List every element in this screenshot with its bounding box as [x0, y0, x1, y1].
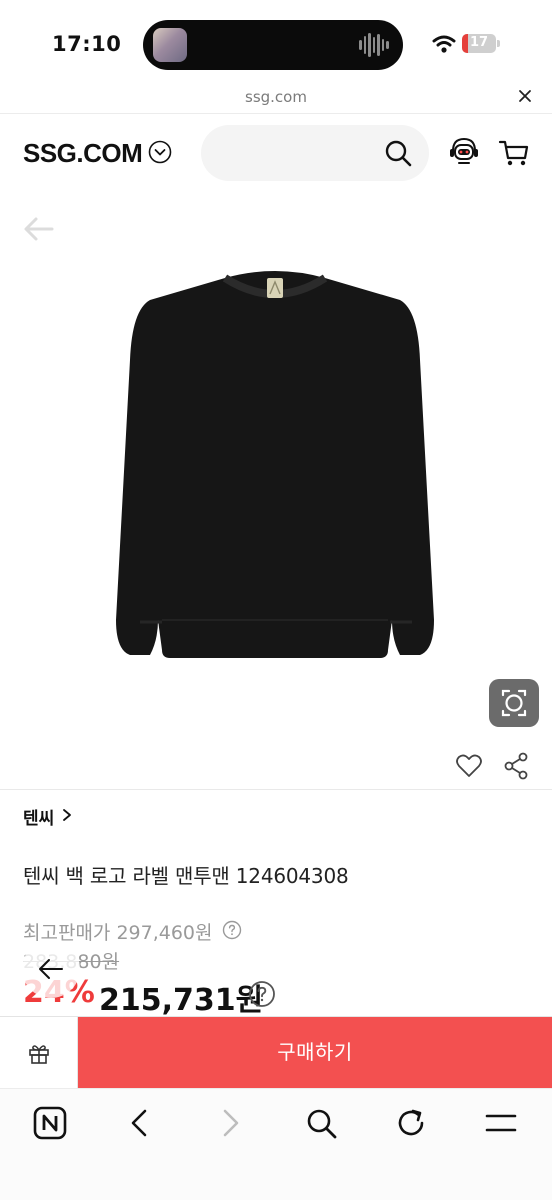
share-icon[interactable] [503, 752, 529, 780]
menu-icon[interactable] [483, 1105, 519, 1141]
forward-icon[interactable] [212, 1105, 248, 1141]
product-image[interactable] [100, 250, 450, 670]
sale-price: 215,731원 [99, 983, 264, 1018]
camera-lens-icon [501, 689, 527, 717]
naver-n-icon[interactable] [32, 1105, 68, 1141]
chevron-down-icon[interactable] [148, 140, 172, 164]
status-bar: 17:10 17 [0, 0, 552, 88]
browser-toolbar [0, 1088, 552, 1200]
section-divider [0, 789, 552, 790]
url-bar: ssg.com [0, 84, 552, 114]
wifi-icon [432, 35, 456, 53]
back-icon[interactable] [122, 1105, 158, 1141]
image-search-button[interactable] [489, 679, 539, 727]
help-icon[interactable] [248, 980, 276, 1008]
now-playing-thumbnail [153, 28, 187, 62]
status-time: 17:10 [52, 32, 122, 56]
back-arrow-icon [39, 959, 63, 979]
chevron-right-icon[interactable] [62, 808, 72, 822]
site-header: SSG.COM [0, 114, 552, 192]
buy-button[interactable]: 구매하기 [78, 1017, 552, 1088]
battery-indicator: 17 [462, 34, 496, 53]
brand-link[interactable]: 텐씨 [23, 804, 54, 829]
gift-button[interactable] [0, 1017, 78, 1088]
gift-icon [29, 1045, 49, 1064]
chatbot-icon[interactable] [447, 135, 481, 169]
refresh-icon[interactable] [393, 1105, 429, 1141]
battery-tip [497, 40, 500, 47]
heart-icon[interactable] [455, 752, 483, 780]
ssg-logo[interactable]: SSG.COM [23, 138, 143, 169]
purchase-bar: 구매하기 [0, 1016, 552, 1088]
back-arrow-icon[interactable] [22, 212, 56, 246]
battery-level: 17 [469, 35, 489, 50]
url-text[interactable]: ssg.com [0, 88, 552, 106]
product-title: 텐씨 백 로고 라벨 맨투맨 124604308 [23, 864, 349, 888]
cart-icon[interactable] [498, 136, 530, 168]
close-icon[interactable] [518, 89, 532, 103]
floating-back-button[interactable] [22, 940, 80, 998]
search-icon[interactable] [303, 1105, 339, 1141]
dynamic-island[interactable] [143, 20, 403, 70]
help-icon[interactable] [222, 920, 242, 940]
search-icon[interactable] [384, 139, 412, 167]
audio-waveform-icon [359, 32, 390, 58]
